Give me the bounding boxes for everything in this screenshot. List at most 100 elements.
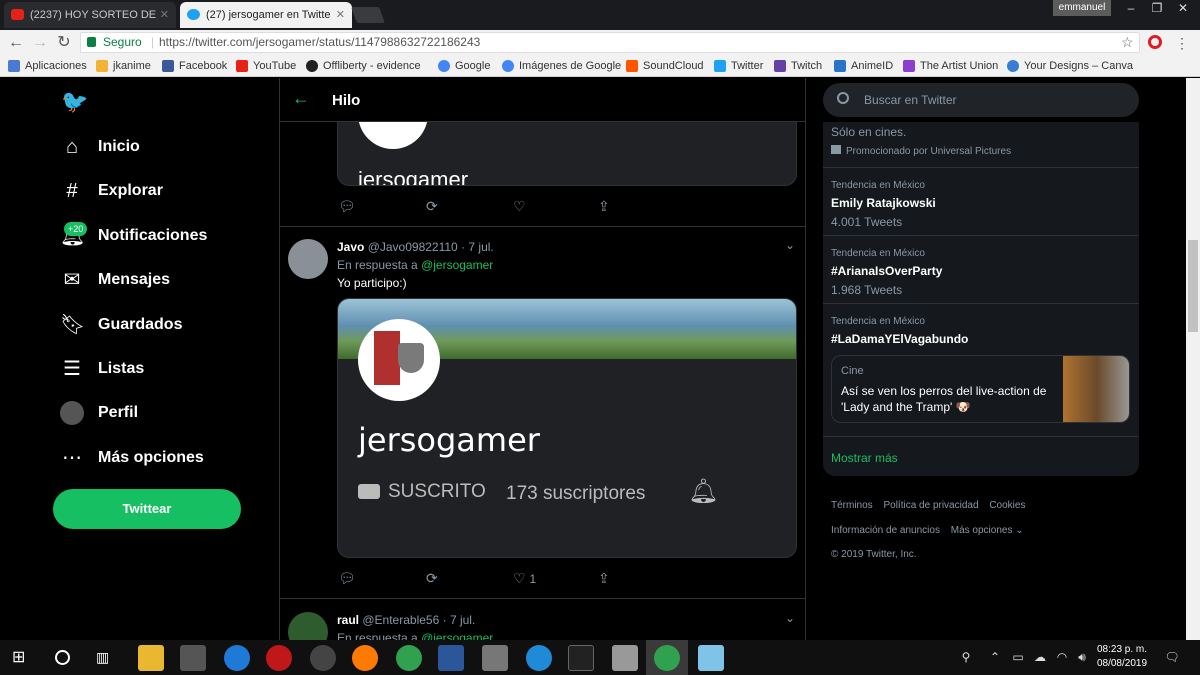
like-button[interactable]: ♡ 1 — [513, 570, 536, 587]
mail-icon[interactable] — [482, 645, 508, 671]
app-icon[interactable] — [266, 645, 292, 671]
footer-link-privacy[interactable]: Política de privacidad — [883, 500, 978, 511]
reply-to-link[interactable]: @jersogamer — [421, 258, 493, 272]
retweet-icon[interactable]: ⟳ — [426, 570, 438, 587]
calculator-icon[interactable] — [180, 645, 206, 671]
back-icon[interactable]: ← — [6, 33, 26, 53]
wifi-icon[interactable]: ◠ — [1054, 650, 1070, 666]
restore-icon[interactable]: ❐ — [1144, 0, 1170, 18]
bookmark-artist-union[interactable]: The Artist Union — [903, 58, 998, 74]
footer-link-terms[interactable]: Términos — [831, 500, 873, 511]
search-input[interactable]: Buscar en Twitter — [823, 83, 1139, 117]
app-icon[interactable] — [526, 645, 552, 671]
nav-item-mas-opciones[interactable]: ⋯ Más opciones — [60, 444, 204, 472]
tweet-date[interactable]: · 7 jul. — [443, 613, 476, 627]
nav-item-mensajes[interactable]: ✉ Mensajes — [60, 266, 170, 294]
task-view-icon[interactable]: ▥ — [96, 649, 109, 666]
news-card[interactable]: Cine Así se ven los perros del live-acti… — [831, 355, 1130, 423]
clock[interactable]: 08:23 p. m. 08/08/2019 — [1094, 643, 1150, 671]
app-icon[interactable] — [612, 645, 638, 671]
scrollbar[interactable] — [1186, 78, 1200, 640]
edge-icon[interactable] — [224, 645, 250, 671]
cortana-icon[interactable] — [55, 650, 70, 665]
footer-link-more[interactable]: Más opciones — [951, 525, 1013, 536]
bookmark-canva[interactable]: Your Designs – Canva — [1007, 58, 1133, 74]
tweet-button[interactable]: Twittear — [53, 489, 241, 529]
bookmark-jkanime[interactable]: jkanime — [96, 58, 151, 74]
reply-icon[interactable]: 💬︎ — [338, 570, 356, 587]
firefox-icon[interactable] — [352, 645, 378, 671]
nav-item-listas[interactable]: ☰ Listas — [60, 355, 144, 383]
studio-icon[interactable] — [568, 645, 594, 671]
bookmark-facebook[interactable]: Facebook — [162, 58, 227, 74]
author-name[interactable]: Javo — [337, 240, 364, 254]
url-bar[interactable]: Seguro | https://twitter.com/jersogamer/… — [80, 32, 1140, 53]
bookmark-google-images[interactable]: Imágenes de Google — [502, 58, 621, 74]
scrollbar-thumb[interactable] — [1188, 240, 1198, 332]
footer-link-cookies[interactable]: Cookies — [989, 500, 1025, 511]
nav-item-explorar[interactable]: # Explorar — [60, 177, 162, 205]
browser-tab-twitter[interactable]: (27) jersogamer en Twitte ✕ — [180, 2, 352, 28]
share-icon[interactable]: ⇪ — [598, 570, 610, 587]
chrome-icon[interactable] — [396, 645, 422, 671]
people-icon[interactable]: ⚲ — [958, 650, 974, 666]
close-tab-icon[interactable]: ✕ — [336, 2, 345, 28]
nav-item-inicio[interactable]: ⌂ Inicio — [60, 133, 140, 161]
windows-start-icon[interactable]: ⊞ — [12, 650, 28, 666]
footer-link-ads-info[interactable]: Información de anuncios — [831, 525, 940, 536]
cloud-icon[interactable]: ☁ — [1032, 650, 1048, 666]
nav-item-guardados[interactable]: 🔖︎ Guardados — [60, 311, 182, 339]
file-explorer-icon[interactable] — [138, 645, 164, 671]
trend-item[interactable]: Tendencia en México #LaDamaYElVagabundo … — [823, 303, 1139, 436]
author-handle[interactable]: @Enterable56 — [362, 613, 439, 627]
word-icon[interactable] — [438, 645, 464, 671]
star-icon[interactable]: ☆ — [1121, 33, 1134, 52]
show-more-link[interactable]: Mostrar más — [823, 436, 1139, 476]
nav-item-perfil[interactable]: Perfil — [60, 399, 138, 427]
bookmark-twitter[interactable]: Twitter — [714, 58, 763, 74]
bookmark-offliberty[interactable]: Offliberty - evidence — [306, 58, 421, 74]
author-handle[interactable]: @Javo09822110 — [368, 240, 458, 254]
trend-item[interactable]: Tendencia en México Emily Ratajkowski 4.… — [823, 167, 1139, 235]
chevron-up-icon[interactable]: ⌃ — [988, 650, 1002, 666]
reload-icon[interactable]: ↻ — [54, 33, 74, 53]
opera-icon[interactable] — [1148, 35, 1162, 49]
news-category: Cine — [841, 365, 864, 377]
forward-icon[interactable]: → — [30, 33, 50, 53]
chrome-icon[interactable] — [654, 645, 680, 671]
bookmark-animeid[interactable]: AnimeID — [834, 58, 893, 74]
app-icon[interactable] — [310, 645, 336, 671]
battery-icon[interactable]: ▭ — [1010, 650, 1026, 666]
avatar[interactable] — [288, 612, 328, 640]
retweet-icon[interactable]: ⟳ — [426, 198, 438, 215]
chevron-down-icon[interactable]: ⌄ — [785, 611, 795, 625]
minimize-icon[interactable]: – — [1118, 0, 1144, 18]
menu-icon[interactable]: ⋮ — [1172, 33, 1192, 53]
close-window-icon[interactable]: ✕ — [1170, 0, 1196, 18]
bookmark-twitch[interactable]: Twitch — [774, 58, 822, 74]
browser-tab-youtube[interactable]: (2237) HOY SORTEO DE ✕ — [4, 2, 176, 28]
tweet-date[interactable]: · 7 jul. — [461, 240, 494, 254]
trend-item[interactable]: Tendencia en México #ArianaIsOverParty 1… — [823, 235, 1139, 303]
bookmark-youtube[interactable]: YouTube — [236, 58, 296, 74]
youtube-channel-card[interactable]: jersogamer SUSCRITO 173 suscriptores 🔔︎ — [337, 298, 797, 558]
like-icon[interactable]: ♡ — [513, 198, 526, 215]
share-icon[interactable]: ⇪ — [598, 198, 610, 215]
volume-icon[interactable]: 🔊︎ — [1074, 650, 1090, 666]
close-tab-icon[interactable]: ✕ — [160, 2, 169, 28]
author-name[interactable]: raul — [337, 613, 359, 627]
bookmark-google[interactable]: Google — [438, 58, 490, 74]
new-tab-button[interactable] — [351, 7, 385, 23]
profile-name[interactable]: emmanuel — [1053, 0, 1111, 16]
bookmark-apps[interactable]: Aplicaciones — [8, 58, 87, 74]
promoted-by[interactable]: Promocionado por Universal Pictures — [831, 145, 1011, 157]
app-icon[interactable] — [698, 645, 724, 671]
chevron-down-icon[interactable]: ⌄ — [785, 238, 795, 252]
twitter-logo-icon[interactable]: 🐦 — [61, 90, 88, 114]
reply-to-link[interactable]: @jersogamer — [421, 631, 493, 640]
reply-icon[interactable]: 💬︎ — [338, 198, 356, 215]
bookmark-soundcloud[interactable]: SoundCloud — [626, 58, 704, 74]
action-center-icon[interactable]: 🗨︎ — [1164, 650, 1180, 666]
back-arrow-icon[interactable]: ← — [292, 88, 310, 109]
avatar[interactable] — [288, 239, 328, 279]
